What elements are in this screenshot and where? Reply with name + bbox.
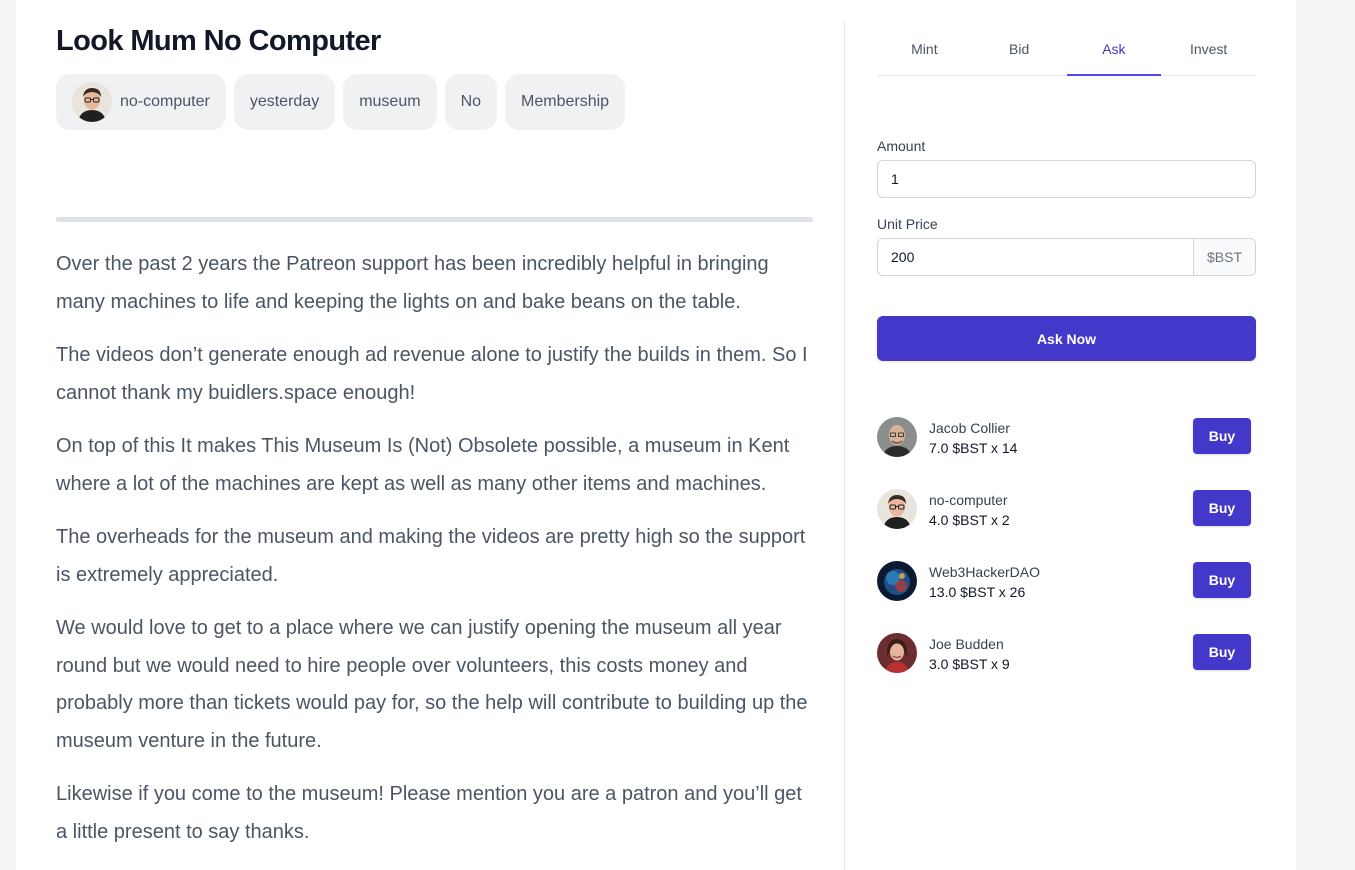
woman-avatar: [877, 633, 917, 673]
paragraph: The videos don’t generate enough ad reve…: [56, 344, 808, 404]
amount-input[interactable]: 1: [877, 160, 1256, 198]
list-item: Joe Budden 3.0 $BST x 9 Buy: [877, 633, 1256, 705]
date-tag[interactable]: yesterday: [233, 74, 336, 130]
trade-sidebar: Mint Bid Ask Invest Amount 1 Unit Price …: [844, 22, 1296, 870]
post-body: Over the past 2 years the Patreon suppor…: [56, 246, 816, 867]
list-item: Web3HackerDAO 13.0 $BST x 26 Buy: [877, 561, 1256, 633]
buy-button[interactable]: Buy: [1193, 418, 1251, 454]
post-tags: no-computer yesterday museum No Membersh…: [56, 74, 626, 130]
content-divider: [56, 217, 813, 222]
page: Look Mum No Computer no-computer yesterd…: [16, 0, 1296, 870]
offer-user-name: Jacob Collier: [929, 420, 1010, 436]
offer-price: 3.0 $BST x 9: [929, 656, 1010, 672]
post-main: Look Mum No Computer no-computer yesterd…: [56, 0, 813, 870]
amount-value: 1: [891, 171, 899, 187]
offer-user-name: no-computer: [929, 492, 1008, 508]
offer-price: 13.0 $BST x 26: [929, 584, 1026, 600]
post-title: Look Mum No Computer: [56, 25, 381, 57]
paragraph: Over the past 2 years the Patreon suppor…: [56, 253, 769, 313]
offer-user-name: Web3HackerDAO: [929, 564, 1041, 580]
list-item: no-computer 4.0 $BST x 2 Buy: [877, 489, 1256, 561]
author-name: no-computer: [120, 93, 210, 110]
planet-avatar: [877, 561, 917, 601]
currency-suffix: $BST: [1193, 239, 1255, 275]
category-tag[interactable]: museum: [343, 74, 437, 130]
paragraph: Likewise if you come to the museum! Plea…: [56, 783, 802, 843]
access-tag[interactable]: Membership: [505, 74, 626, 130]
tab-ask[interactable]: Ask: [1066, 22, 1162, 76]
paragraph: We would love to get to a place where we…: [56, 617, 808, 752]
tab-bid[interactable]: Bid: [972, 22, 1067, 75]
paragraph: The overheads for the museum and making …: [56, 526, 806, 586]
buy-button[interactable]: Buy: [1193, 490, 1251, 526]
ask-now-button[interactable]: Ask Now: [877, 316, 1256, 361]
trade-tabs: Mint Bid Ask Invest: [877, 22, 1256, 76]
list-item: Jacob Collier 7.0 $BST x 14 Buy: [877, 417, 1256, 489]
buy-button[interactable]: Buy: [1193, 562, 1251, 598]
offer-price: 7.0 $BST x 14: [929, 440, 1018, 456]
glasses-man-avatar: [877, 489, 917, 529]
unit-price-value: 200: [891, 249, 915, 265]
author-tag[interactable]: no-computer: [56, 74, 226, 130]
offer-user-name: Joe Budden: [929, 636, 1004, 652]
tab-invest[interactable]: Invest: [1161, 22, 1256, 75]
unit-price-input[interactable]: 200 $BST: [877, 238, 1256, 276]
offer-price: 4.0 $BST x 2: [929, 512, 1010, 528]
amount-label: Amount: [877, 138, 926, 154]
unit-price-label: Unit Price: [877, 216, 938, 232]
tab-mint[interactable]: Mint: [877, 22, 972, 75]
paragraph: On top of this It makes This Museum Is (…: [56, 435, 790, 495]
author-avatar: [72, 82, 112, 122]
flag-tag[interactable]: No: [444, 74, 498, 130]
offer-list: Jacob Collier 7.0 $BST x 14 Buy no-compu…: [877, 417, 1256, 705]
buy-button[interactable]: Buy: [1193, 634, 1251, 670]
bald-man-avatar: [877, 417, 917, 457]
